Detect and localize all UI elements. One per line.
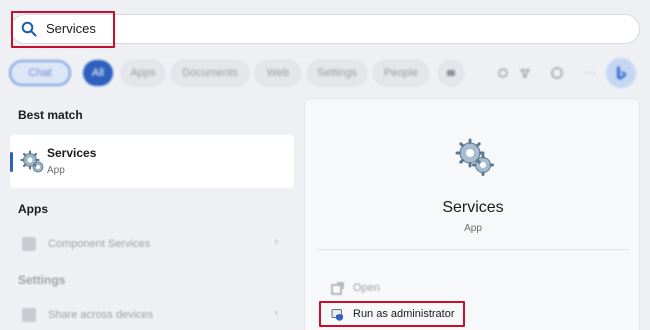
filter-icon <box>519 69 531 78</box>
filter-extra-button-1[interactable] <box>492 60 514 86</box>
services-gear-icon <box>20 150 44 173</box>
search-filter-bar: Chat All Apps Documents Web Settings Peo… <box>0 58 650 88</box>
best-match-subtitle: App <box>47 165 65 176</box>
detail-title: Services <box>442 199 504 216</box>
filter-web-button[interactable]: Web <box>255 60 301 86</box>
best-match-title: Services <box>47 146 97 160</box>
filter-settings-button[interactable]: Settings <box>307 60 367 86</box>
list-item-label: Share across devices <box>48 309 154 321</box>
filter-chat-button[interactable]: Chat <box>9 60 71 86</box>
filter-extra-button-2[interactable] <box>514 60 536 86</box>
filter-folders-button[interactable] <box>438 60 464 86</box>
chevron-right-icon: › <box>274 236 278 248</box>
component-services-icon <box>22 237 36 251</box>
list-item-component-services[interactable]: Component Services › <box>18 232 284 256</box>
share-icon <box>22 308 36 322</box>
services-gear-icon <box>455 138 494 176</box>
divider <box>317 249 629 250</box>
best-match-result[interactable]: Services App <box>10 135 294 188</box>
search-highlight-annotation <box>11 11 115 48</box>
more-options-button[interactable]: ··· <box>580 60 600 86</box>
filter-apps-button[interactable]: Apps <box>121 60 165 86</box>
filter-documents-button[interactable]: Documents <box>171 60 249 86</box>
filter-extra-button-3[interactable] <box>546 60 568 86</box>
detail-subtitle: App <box>464 223 482 234</box>
result-detail-pane: Services App Open Run as administrator <box>304 98 640 330</box>
filter-people-button[interactable]: People <box>373 60 429 86</box>
open-action[interactable]: Open <box>319 278 619 300</box>
bing-chat-button[interactable] <box>606 58 636 88</box>
open-icon <box>331 282 344 295</box>
selection-indicator <box>10 152 13 172</box>
windows-search-window: Services Chat All Apps Documents Web Set… <box>0 0 650 330</box>
open-action-label: Open <box>353 282 380 294</box>
apps-heading: Apps <box>18 202 48 216</box>
info-icon <box>498 68 508 78</box>
list-item-share-across-devices[interactable]: Share across devices › <box>18 303 284 327</box>
run-as-admin-highlight-annotation <box>319 301 465 327</box>
settings-circle-icon <box>551 67 563 79</box>
chevron-right-icon: › <box>274 307 278 319</box>
list-item-label: Component Services <box>48 238 151 250</box>
settings-heading: Settings <box>18 273 66 287</box>
bing-logo-icon <box>617 66 626 80</box>
folder-icon <box>447 70 455 76</box>
filter-all-button[interactable]: All <box>83 60 113 86</box>
best-match-heading: Best match <box>18 108 83 122</box>
